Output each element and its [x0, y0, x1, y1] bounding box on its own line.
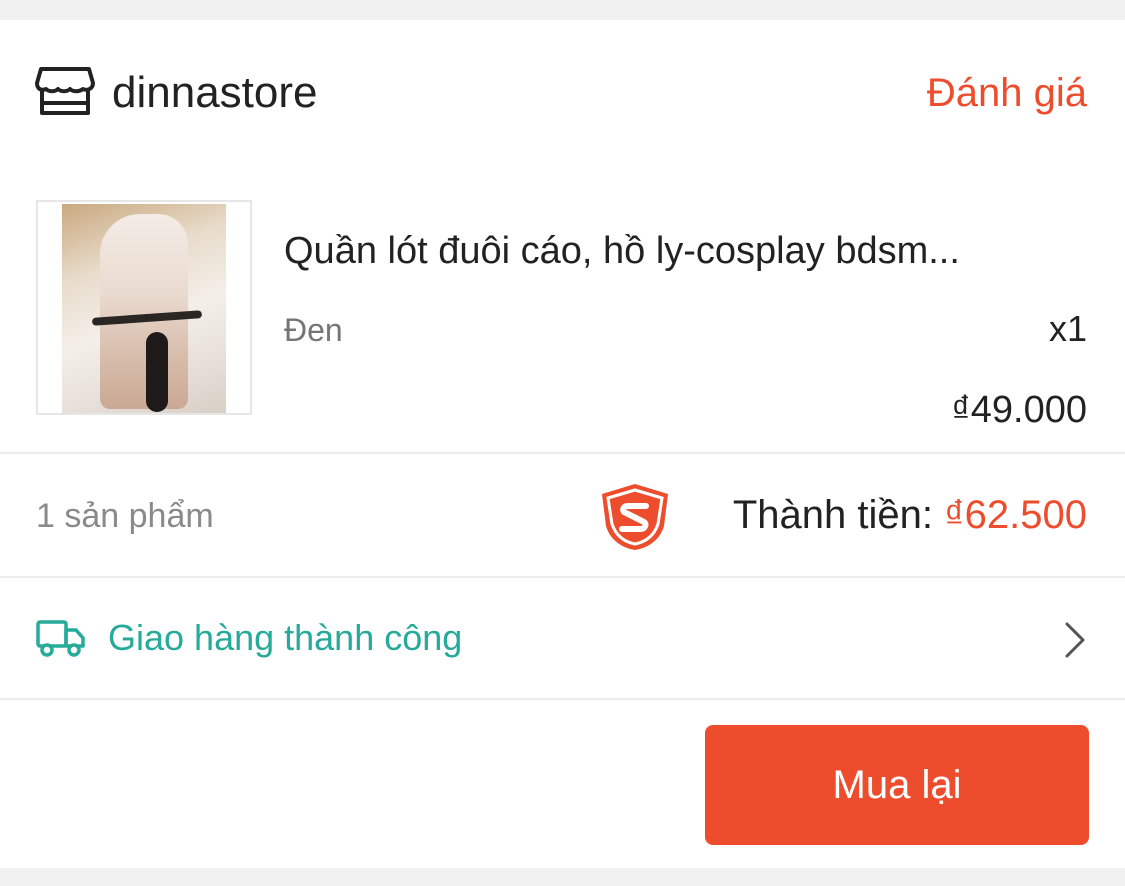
delivery-status-text: Giao hàng thành công — [108, 617, 463, 658]
order-total: Thành tiền: ₫62.500 — [733, 492, 1087, 538]
product-title: Quần lót đuôi cáo, hồ ly-cosplay bdsm... — [284, 230, 960, 272]
product-price: ₫49.000 — [951, 389, 1087, 431]
divider — [0, 698, 1125, 700]
shop-name[interactable]: dinnastore — [112, 68, 317, 118]
total-label: Thành tiền: — [732, 493, 945, 537]
shop-icon — [35, 67, 95, 115]
product-variant: Đen — [284, 312, 343, 348]
product-quantity: x1 — [1048, 308, 1087, 349]
delivery-status-row[interactable]: Giao hàng thành công — [0, 578, 1125, 698]
product-photo — [62, 204, 226, 413]
rate-button[interactable]: Đánh giá — [927, 68, 1087, 118]
truck-icon — [36, 620, 85, 657]
order-card: dinnastore Đánh giá Quần lót đuôi cáo, h… — [0, 20, 1125, 868]
product-item[interactable]: Quần lót đuôi cáo, hồ ly-cosplay bdsm...… — [0, 200, 1125, 431]
buy-again-button[interactable]: Mua lại — [705, 725, 1089, 845]
product-thumbnail[interactable] — [36, 200, 252, 415]
total-amount: ₫62.500 — [944, 493, 1087, 537]
chevron-right-icon — [1065, 622, 1085, 658]
shopee-guarantee-shield-icon — [602, 484, 668, 550]
product-photo-tail — [146, 332, 168, 412]
shop-header[interactable]: dinnastore Đánh giá — [0, 20, 1125, 160]
item-count: 1 sản phẩm — [36, 497, 214, 535]
order-summary: 1 sản phẩm Thành tiền: ₫62.500 — [0, 454, 1125, 576]
